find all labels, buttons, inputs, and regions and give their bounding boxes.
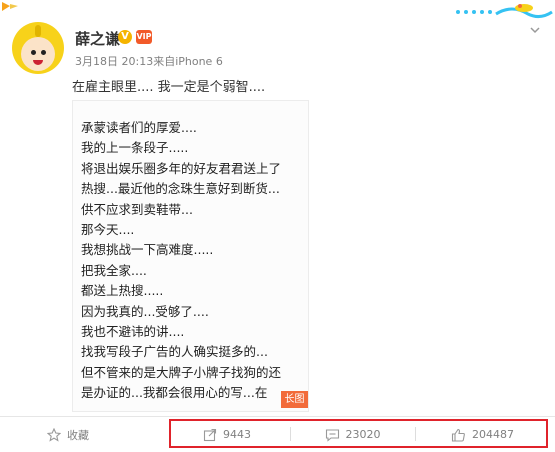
long-image-text: 承蒙读者们的厚爱.... 我的上一条段子..... 将退出娱乐圈多年的好友君君送… bbox=[81, 118, 307, 404]
decor-left-icon bbox=[2, 2, 18, 11]
long-image-badge: 长图 bbox=[281, 391, 308, 408]
image-line: 我的上一条段子..... bbox=[81, 140, 189, 156]
avatar[interactable] bbox=[12, 22, 64, 74]
image-line: 那今天.... bbox=[81, 222, 135, 238]
image-line: 承蒙读者们的厚爱.... bbox=[81, 120, 197, 135]
image-line: 我想挑战一下高难度..... bbox=[81, 242, 214, 258]
favorite-label: 收藏 bbox=[67, 428, 89, 442]
image-line: 把我全家.... bbox=[81, 262, 147, 278]
favorite-button[interactable]: 收藏 bbox=[18, 417, 118, 452]
image-line: 是办证的...我都会很用心的写...在 bbox=[81, 385, 268, 401]
image-line: 热搜...最近他的念珠生意好到断货... bbox=[81, 181, 280, 197]
vip-icon: VIP bbox=[136, 30, 152, 44]
chevron-down-icon[interactable] bbox=[529, 24, 541, 36]
weibo-post-card: 薛之谦 V VIP 3月18日 20:13来自iPhone 6 在雇主眼里...… bbox=[0, 0, 555, 452]
verified-icon: V bbox=[118, 30, 132, 44]
image-line: 但不管来的是大牌子小牌子找狗的还 bbox=[81, 364, 282, 380]
star-icon bbox=[47, 427, 61, 442]
user-name[interactable]: 薛之谦 bbox=[75, 28, 120, 49]
post-meta: 3月18日 20:13来自iPhone 6 bbox=[75, 55, 223, 68]
long-image[interactable]: 承蒙读者们的厚爱.... 我的上一条段子..... 将退出娱乐圈多年的好友君君送… bbox=[72, 100, 309, 412]
image-line: 找我写段子广告的人确实挺多的... bbox=[81, 344, 268, 360]
image-line: 将退出娱乐圈多年的好友君君送上了 bbox=[81, 160, 282, 176]
image-line: 我也不避讳的讲.... bbox=[81, 324, 185, 340]
image-line: 都送上热搜..... bbox=[81, 283, 164, 299]
decor-wave-icon bbox=[456, 4, 553, 19]
post-text: 在雇主眼里.... 我一定是个弱智.... bbox=[72, 80, 266, 95]
image-line: 因为我真的...受够了.... bbox=[81, 303, 209, 319]
highlight-box bbox=[169, 419, 548, 448]
image-line: 供不应求到卖鞋带... bbox=[81, 201, 193, 217]
